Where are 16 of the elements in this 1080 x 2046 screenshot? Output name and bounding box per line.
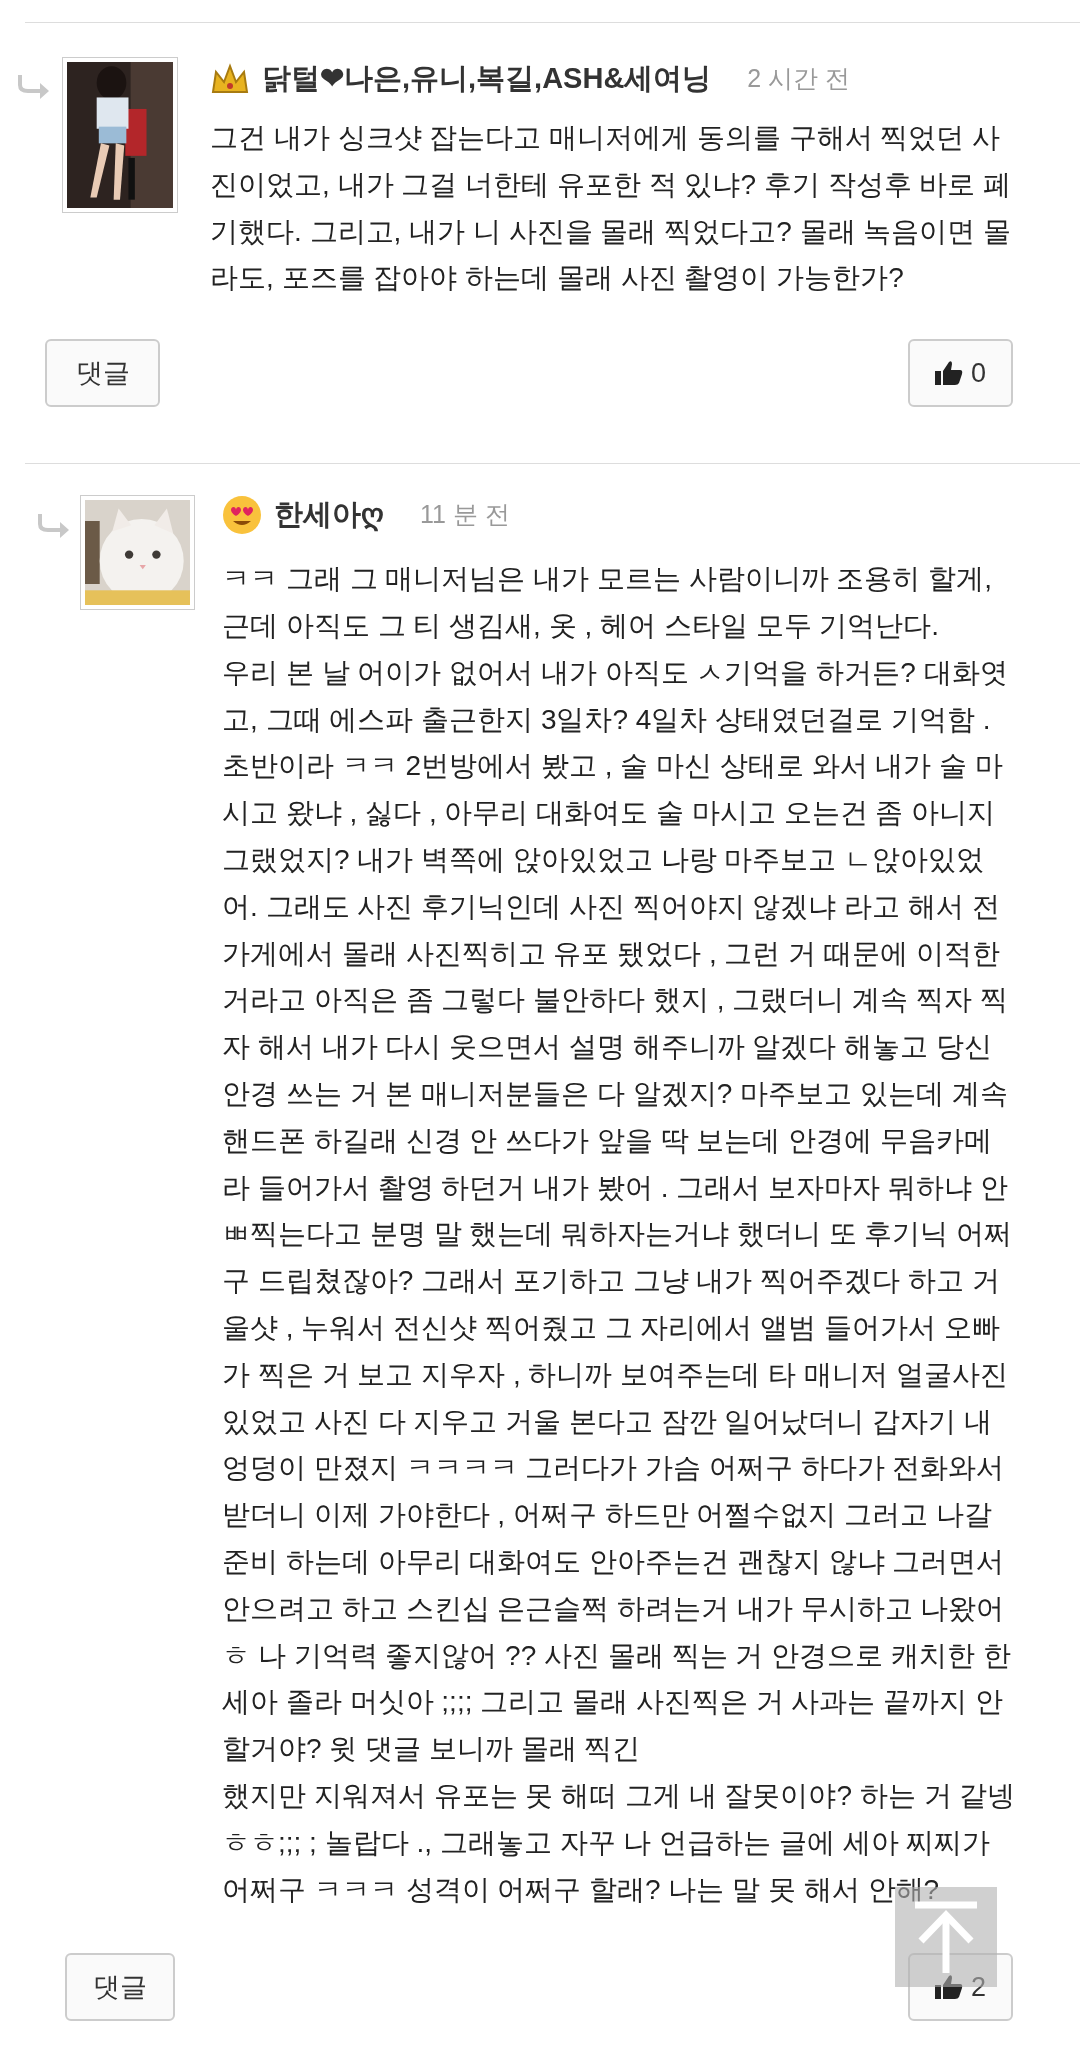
- author-name: 한세아ღ: [274, 497, 384, 534]
- reply-arrow-icon: [18, 73, 50, 99]
- thumbs-up-icon: [935, 1974, 963, 2001]
- comment-time: 11 분 전: [420, 499, 510, 531]
- reply-button[interactable]: 댓글: [65, 1953, 175, 2022]
- author-name: 닭털❤나은,유니,복길,ASH&세여닝: [262, 61, 712, 97]
- comment-time: 2 시간 전: [747, 63, 851, 95]
- comment-text: ㅋㅋ 그래 그 매니저님은 내가 모르는 사람이니까 조용히 할게, 근데 아직도 그 티 생김새, 옷 , 헤어 스타일 모두 기억난다. 우리 본 날 어이가 없어서 내가 아직도 ㅅ기억을 하거든? 대화엿 고, 그때 에스파 출근한지 3일차? 4일차 상태였던걸로 기억함 . 초반이라 ㅋㅋ 2번방에서 봤고 , 술 마신 상태로 와서 내가 술 마 시고 왔냐 , 싫다 , 아무리 대화여도 술 마시고 오는건 좀 아니지 그랬었지? 내가 벽쪽에 앉아있었고 나랑 마주보고 ㄴ앉아있었 어. 그래도 사진 후기닉인데 사진 찍어야지 않겠냐 라고 해서 전 가게에서 몰래 사진찍히고 유포 됐었다 , 그런 거 때문에 이적한 거라고 아직은 좀 그렇다 불안하다 했지 , 그랬더니 계속 찍자 찍 자 해서 내가 다시 웃으면서 설명 해주니까 알겠다 해놓고 당신 안경 쓰는 거 본 매니저분들은 다 알겠지? 마주보고 있는데 계속 핸드폰 하길래 신경 안 쓰다가 앞을 딱 보는데 안경에 무음카메 라 들어가서 촬영 하던거 내가 봤어 . 그래서 보자마자 뭐하냐 안 ㅃ찍는다고 분명 말 했는데 뭐하자는거냐 했더니 또 후기닉 어쩌 구 드립쳤잖아? 그래서 포기하고 그냥 내가 찍어주겠다 하고 거 울샷 , 누워서 전신샷 찍어줬고 그 자리에서 앨범 들어가서 오빠 가 찍은 거 보고 지우자 , 하니까 보여주는데 타 매니저 얼굴사진 있었고 사진 다 지우고 거울 본다고 잠깐 일어났더니 갑자기 내 엉덩이 만졌지 ㅋㅋㅋㅋ 그러다가 가슴 어쩌구 하다가 전화와서 받더니 이제 가야한다 , 어쩌구 하드만 어쩔수없지 그러고 나갈 준비 하는데 아무리 대화여도 안아주는건 괜찮지 않냐 그러면서 안으려고 하고 스킨십 은근슬쩍 하려는거 내가 무시하고 나왔어 ㅎ 나 기억력 좋지않어 ?? 사진 몰래 찍는 거 안경으로 캐치한 한 세아 졸라 머싯아 ;;;; 그리고 몰래 사진찍은 거 사과는 끝까지 안 할거야? 윗 댓글 보니까 몰래 찍긴 했지만 지워져서 유포는 못 해떠 그게 내 잘못이야? 하는 거 같넹 ㅎㅎ;;; ; 놀랍다 ., 그래놓고 자꾸 나 언급하는 글에 세아 찌찌가 어쩌구 ㅋㅋㅋ 성격이 어쩌구 할래? 나는 말 못 해서 안해?: [222, 562, 1017, 1907]
- like-button[interactable]: 2: [908, 1953, 1013, 2022]
- crown-icon: [210, 62, 250, 96]
- reply-button[interactable]: 댓글: [45, 339, 160, 408]
- reply-arrow-icon: [38, 512, 70, 539]
- like-button[interactable]: 0: [908, 339, 1013, 408]
- comment-text: 그건 내가 싱크샷 잡는다고 매니저에게 동의를 구해서 찍었던 사 진이었고, 내가 그걸 너한테 유포한 적 있냐? 후기 작성후 바로 폐 기했다. 그리고, 내가 니 사진을 몰래 찍었다고? 몰래 녹음이면 몰 라도, 포즈를 잡아야 하는데 몰래 사진 촬영이 가능한가?: [210, 121, 1013, 296]
- heart-eyes-face-icon: [222, 495, 262, 536]
- thumbs-up-icon: [935, 360, 963, 387]
